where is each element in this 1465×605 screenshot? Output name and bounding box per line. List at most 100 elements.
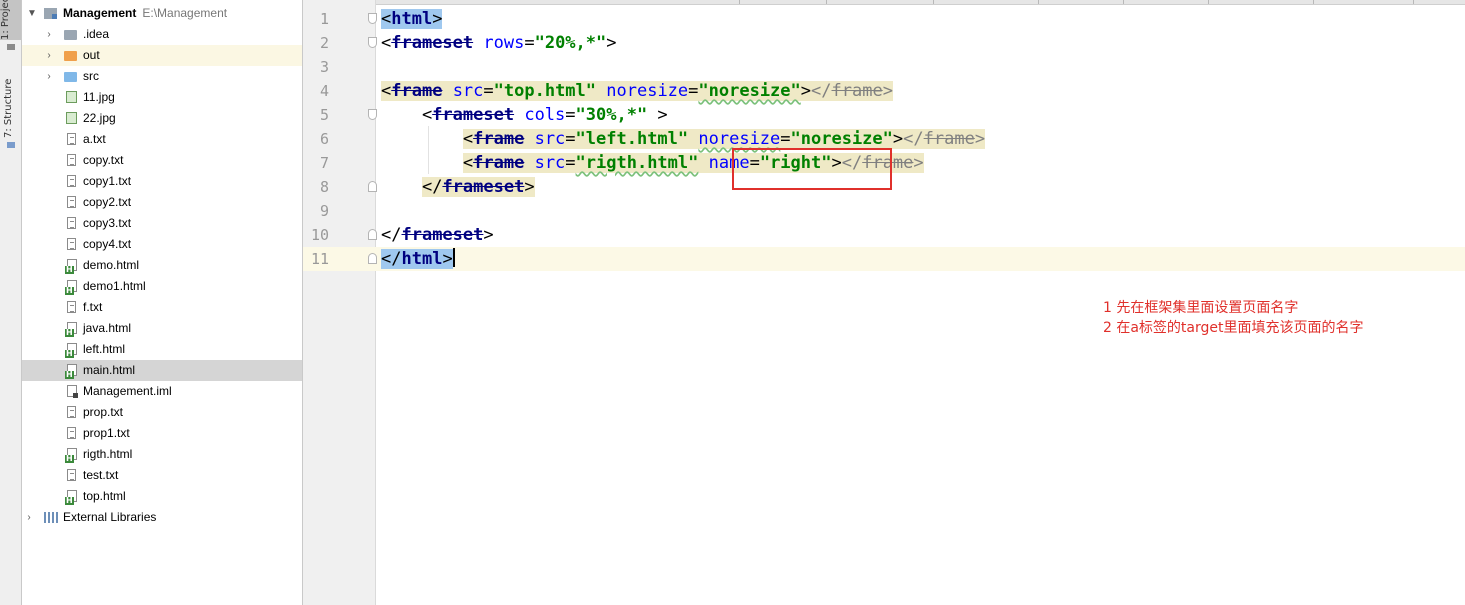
tree-file[interactable]: f.txt (22, 297, 302, 318)
fold-marker-icon[interactable] (368, 181, 377, 192)
fold-marker-icon[interactable] (368, 229, 377, 240)
code-line-10[interactable]: 10 </frameset> (303, 223, 1465, 247)
tree-file[interactable]: a.txt (22, 129, 302, 150)
expand-arrow-icon[interactable]: › (24, 507, 34, 528)
tree-folder-src[interactable]: › src (22, 66, 302, 87)
html-file-icon (65, 490, 77, 505)
code-line-3[interactable]: 3 (303, 55, 1465, 79)
expand-arrow-icon[interactable]: › (44, 66, 54, 87)
tree-item-label: left.html (83, 342, 126, 356)
tree-item-label: demo1.html (83, 279, 146, 293)
text-file-icon (67, 238, 76, 250)
text-file-icon (67, 217, 76, 229)
text-file-icon (67, 301, 76, 313)
line-number: 9 (319, 202, 329, 220)
text-file-icon (67, 469, 76, 481)
fold-marker-icon[interactable] (368, 13, 377, 24)
fold-marker-icon[interactable] (368, 37, 377, 48)
line-number: 4 (319, 82, 329, 100)
tree-file[interactable]: java.html (22, 318, 302, 339)
root-module-path: E:\Management (142, 6, 228, 20)
line-number: 1 (319, 10, 329, 28)
collapse-arrow-icon[interactable]: ▼ (27, 3, 37, 24)
folder-icon (64, 70, 77, 82)
code-line-4[interactable]: 4 <frame src="top.html" noresize="noresi… (303, 79, 1465, 103)
tree-file[interactable]: copy1.txt (22, 171, 302, 192)
expand-arrow-icon[interactable]: › (44, 45, 54, 66)
editor-tab-strip (303, 0, 1465, 5)
code-line-2[interactable]: 2 <frameset rows="20%,*"> (303, 31, 1465, 55)
tree-file[interactable]: Management.iml (22, 381, 302, 402)
iml-file-icon (67, 385, 78, 398)
code-text: </frameset> (421, 177, 535, 197)
text-file-icon (67, 427, 76, 439)
tree-item-label: copy3.txt (83, 216, 132, 230)
tree-item-label: copy1.txt (83, 174, 132, 188)
tree-file-selected[interactable]: main.html (22, 360, 302, 381)
library-icon (44, 511, 58, 523)
tree-item-label: 22.jpg (83, 111, 116, 125)
tree-file[interactable]: prop.txt (22, 402, 302, 423)
tree-root-management[interactable]: ▼ Management E:\Management (22, 3, 302, 24)
line-number: 7 (319, 154, 329, 172)
tree-folder-out[interactable]: › out (22, 45, 302, 66)
tree-file[interactable]: prop1.txt (22, 423, 302, 444)
tree-file[interactable]: rigth.html (22, 444, 302, 465)
tree-item-label: java.html (83, 321, 132, 335)
tree-file[interactable]: demo1.html (22, 276, 302, 297)
html-file-icon (65, 343, 77, 358)
code-text: <frame src="top.html" noresize="noresize… (381, 81, 893, 101)
tree-file[interactable]: test.txt (22, 465, 302, 486)
tree-file[interactable]: copy4.txt (22, 234, 302, 255)
root-module-name: Management (63, 6, 137, 20)
project-tool-tab[interactable]: 1: Project (0, 0, 21, 40)
code-line-1[interactable]: 1 <html> (303, 7, 1465, 31)
tree-folder-idea[interactable]: › .idea (22, 24, 302, 45)
tree-file[interactable]: demo.html (22, 255, 302, 276)
fold-marker-icon[interactable] (368, 253, 377, 264)
tree-file[interactable]: copy3.txt (22, 213, 302, 234)
tree-file[interactable]: left.html (22, 339, 302, 360)
code-text: <frameset cols="30%,*" > (381, 105, 668, 125)
code-line-5[interactable]: 5 <frameset cols="30%,*" > (303, 103, 1465, 127)
annotation-note-2: 2 在a标签的target里面填充该页面的名字 (1103, 320, 1364, 336)
tree-item-label: Management.iml (83, 384, 172, 398)
line-number: 3 (319, 58, 329, 76)
code-line-11-current[interactable]: 11 </html> (303, 247, 1465, 271)
expand-arrow-icon[interactable]: › (44, 24, 54, 45)
text-file-icon (67, 406, 76, 418)
tree-item-label: .idea (83, 27, 110, 41)
text-file-icon (67, 154, 76, 166)
tree-item-label: demo.html (83, 258, 140, 272)
html-file-icon (65, 322, 77, 337)
code-text: <frame src="left.html" noresize="noresiz… (462, 129, 986, 149)
tree-item-label: out (83, 48, 100, 62)
code-line-9[interactable]: 9 (303, 199, 1465, 223)
tree-item-label: main.html (83, 363, 136, 377)
tree-file[interactable]: 11.jpg (22, 87, 302, 108)
tree-file[interactable]: 22.jpg (22, 108, 302, 129)
tree-file[interactable]: copy2.txt (22, 192, 302, 213)
code-text: <frameset rows="20%,*"> (381, 33, 617, 53)
html-file-icon (65, 280, 77, 295)
tree-file[interactable]: top.html (22, 486, 302, 507)
fold-marker-icon[interactable] (368, 109, 377, 120)
tree-item-label: 11.jpg (83, 90, 115, 104)
structure-tool-tab[interactable]: 7: Structure (3, 72, 14, 138)
tree-file[interactable]: copy.txt (22, 150, 302, 171)
text-file-icon (67, 196, 76, 208)
tree-item-label: test.txt (83, 468, 119, 482)
tree-item-label: prop.txt (83, 405, 124, 419)
text-caret (452, 248, 455, 267)
image-file-icon (66, 91, 77, 103)
tree-item-label: a.txt (83, 132, 106, 146)
structure-tool-icon (7, 142, 15, 148)
tree-item-label: copy2.txt (83, 195, 132, 209)
tree-item-label: rigth.html (83, 447, 133, 461)
tree-item-label: f.txt (83, 300, 103, 314)
line-number: 10 (310, 226, 329, 244)
annotation-note-1: 1 先在框架集里面设置页面名字 (1103, 300, 1299, 316)
tree-item-label: prop1.txt (83, 426, 130, 440)
image-file-icon (66, 112, 77, 124)
tree-external-libraries[interactable]: › External Libraries (22, 507, 302, 528)
